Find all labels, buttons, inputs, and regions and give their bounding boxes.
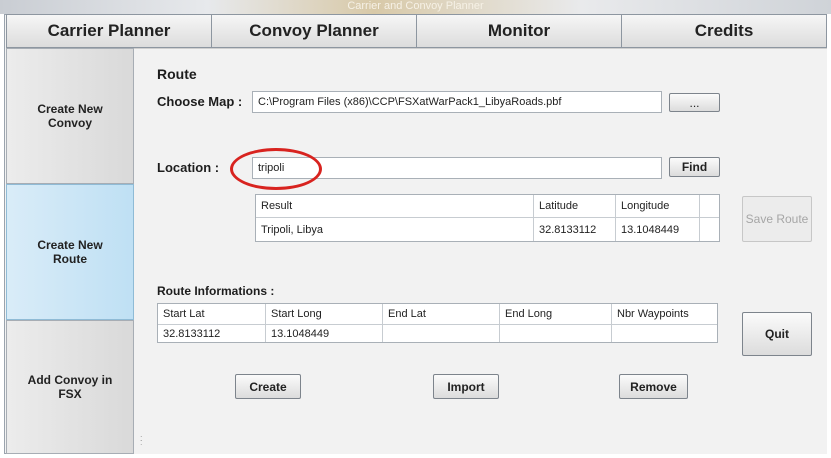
- tab-credits[interactable]: Credits: [622, 14, 827, 48]
- sidebar-item-add-convoy[interactable]: Add Convoy in FSX: [6, 320, 134, 454]
- quit-button[interactable]: Quit: [742, 312, 812, 356]
- table-cell: 13.1048449: [616, 218, 700, 241]
- tab-convoy-planner[interactable]: Convoy Planner: [212, 14, 417, 48]
- sidebar: Create New Convoy Create New Route Add C…: [6, 48, 134, 454]
- location-label: Location :: [157, 160, 220, 175]
- table-header-row: Start Lat Start Long End Lat End Long Nb…: [158, 304, 717, 325]
- table-cell: 13.1048449: [266, 325, 383, 342]
- window-title: Carrier and Convoy Planner: [0, 0, 831, 14]
- sidebar-item-create-convoy[interactable]: Create New Convoy: [6, 48, 134, 184]
- choose-map-label: Choose Map :: [157, 94, 243, 109]
- table-header: End Lat: [383, 304, 500, 325]
- sidebar-item-create-route[interactable]: Create New Route: [6, 184, 134, 320]
- table-header: Longitude: [616, 195, 700, 218]
- table-header: Start Long: [266, 304, 383, 325]
- table-cell: Tripoli, Libya: [256, 218, 534, 241]
- sidebar-item-label: Create New Convoy: [37, 102, 103, 130]
- sidebar-item-label: Create New Route: [37, 238, 103, 266]
- table-cell: [383, 325, 500, 342]
- table-header: Result: [256, 195, 534, 218]
- import-button[interactable]: Import: [433, 374, 499, 399]
- table-cell: [612, 325, 717, 342]
- table-cell: 32.8133112: [158, 325, 266, 342]
- create-button[interactable]: Create: [235, 374, 301, 399]
- table-cell: 32.8133112: [534, 218, 616, 241]
- route-info-table: Start Lat Start Long End Lat End Long Nb…: [157, 303, 718, 343]
- tab-carrier-planner[interactable]: Carrier Planner: [6, 14, 212, 48]
- table-cell: [500, 325, 612, 342]
- table-header-row: Result Latitude Longitude: [256, 195, 719, 218]
- table-header: Start Lat: [158, 304, 266, 325]
- table-row[interactable]: Tripoli, Libya 32.8133112 13.1048449: [256, 218, 719, 241]
- highlight-circle: [230, 148, 322, 190]
- tab-monitor[interactable]: Monitor: [417, 14, 622, 48]
- table-row[interactable]: 32.8133112 13.1048449: [158, 325, 717, 342]
- browse-button[interactable]: ...: [669, 93, 720, 112]
- table-header: Nbr Waypoints: [612, 304, 717, 325]
- remove-button[interactable]: Remove: [619, 374, 688, 399]
- table-header: End Long: [500, 304, 612, 325]
- find-button[interactable]: Find: [669, 157, 720, 177]
- results-table: Result Latitude Longitude Tripoli, Libya…: [255, 194, 720, 242]
- sidebar-item-label: Add Convoy in FSX: [27, 373, 113, 401]
- resize-grip-icon[interactable]: ::: [140, 434, 143, 447]
- table-header: Latitude: [534, 195, 616, 218]
- route-section-title: Route: [157, 66, 197, 82]
- main-tabs: Carrier Planner Convoy Planner Monitor C…: [6, 14, 827, 48]
- save-route-button[interactable]: Save Route: [742, 196, 812, 242]
- route-info-title: Route Informations :: [157, 284, 275, 298]
- map-path-field[interactable]: C:\Program Files (x86)\CCP\FSXatWarPack1…: [252, 91, 662, 113]
